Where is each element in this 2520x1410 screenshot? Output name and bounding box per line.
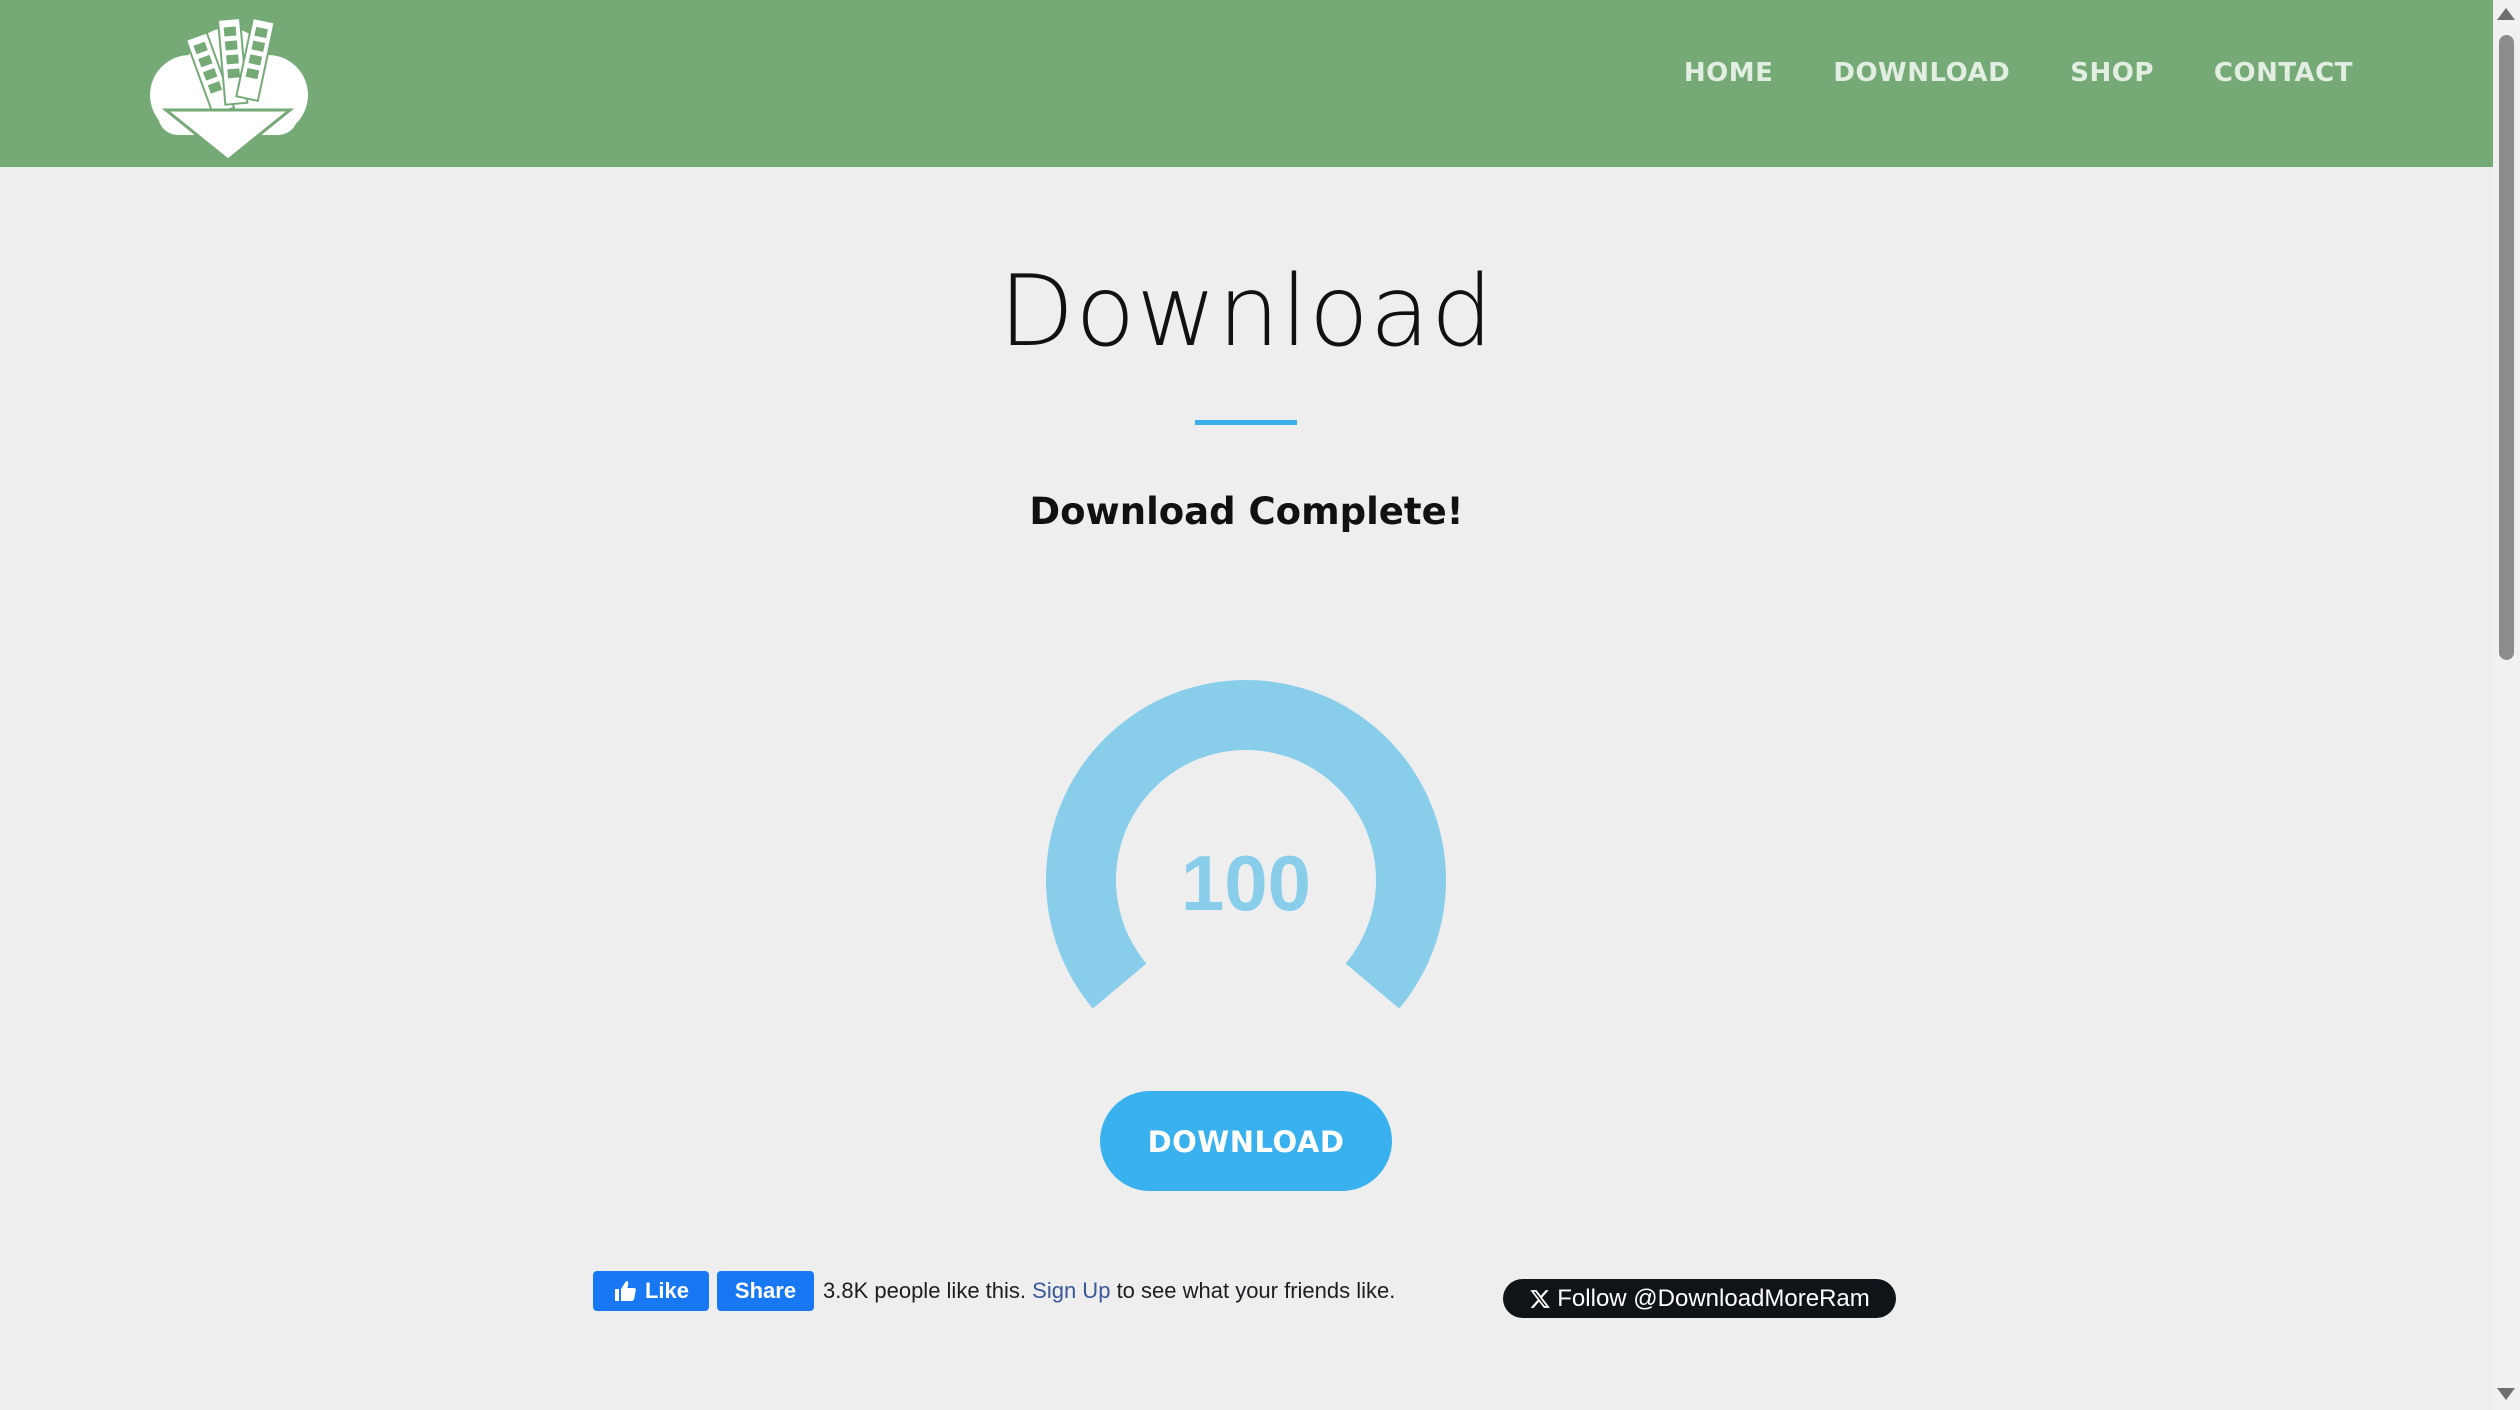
page: HOME DOWNLOAD SHOP CONTACT Download Down… — [0, 0, 2520, 1410]
nav-home[interactable]: HOME — [1684, 58, 1774, 88]
scroll-down-arrow-icon[interactable] — [2496, 1386, 2516, 1402]
x-follow-label: Follow @DownloadMoreRam — [1557, 1284, 1870, 1312]
download-button[interactable]: DOWNLOAD — [1100, 1091, 1392, 1191]
scrollbar-thumb[interactable] — [2499, 35, 2514, 660]
facebook-suffix-text: to see what your friends like. — [1116, 1278, 1396, 1303]
facebook-count-text: 3.8K people like this. — [823, 1278, 1027, 1303]
facebook-like-count: 3.8K people like this. Sign Up to see wh… — [823, 1278, 1395, 1304]
title-divider — [1195, 420, 1297, 425]
page-title: Download — [998, 255, 1495, 369]
download-status: Download Complete! — [1029, 490, 1464, 533]
main-nav: HOME DOWNLOAD SHOP CONTACT — [1624, 58, 2353, 88]
nav-shop[interactable]: SHOP — [2070, 58, 2154, 88]
ram-download-cloud-icon[interactable] — [138, 10, 318, 160]
nav-contact[interactable]: CONTACT — [2214, 58, 2353, 88]
facebook-like-button[interactable]: Like — [593, 1271, 709, 1311]
gauge-value: 100 — [1180, 839, 1312, 927]
scroll-up-arrow-icon[interactable] — [2496, 6, 2516, 22]
nav-download[interactable]: DOWNLOAD — [1833, 58, 2010, 88]
facebook-signup-link[interactable]: Sign Up — [1032, 1278, 1110, 1303]
facebook-like-label: Like — [644, 1278, 690, 1303]
thumbs-up-icon — [614, 1281, 636, 1301]
facebook-share-button[interactable]: Share — [717, 1271, 814, 1311]
x-follow-button[interactable]: Follow @DownloadMoreRam — [1503, 1279, 1896, 1318]
x-logo-icon — [1530, 1289, 1551, 1308]
site-header: HOME DOWNLOAD SHOP CONTACT — [0, 0, 2493, 167]
facebook-share-label: Share — [734, 1278, 797, 1303]
